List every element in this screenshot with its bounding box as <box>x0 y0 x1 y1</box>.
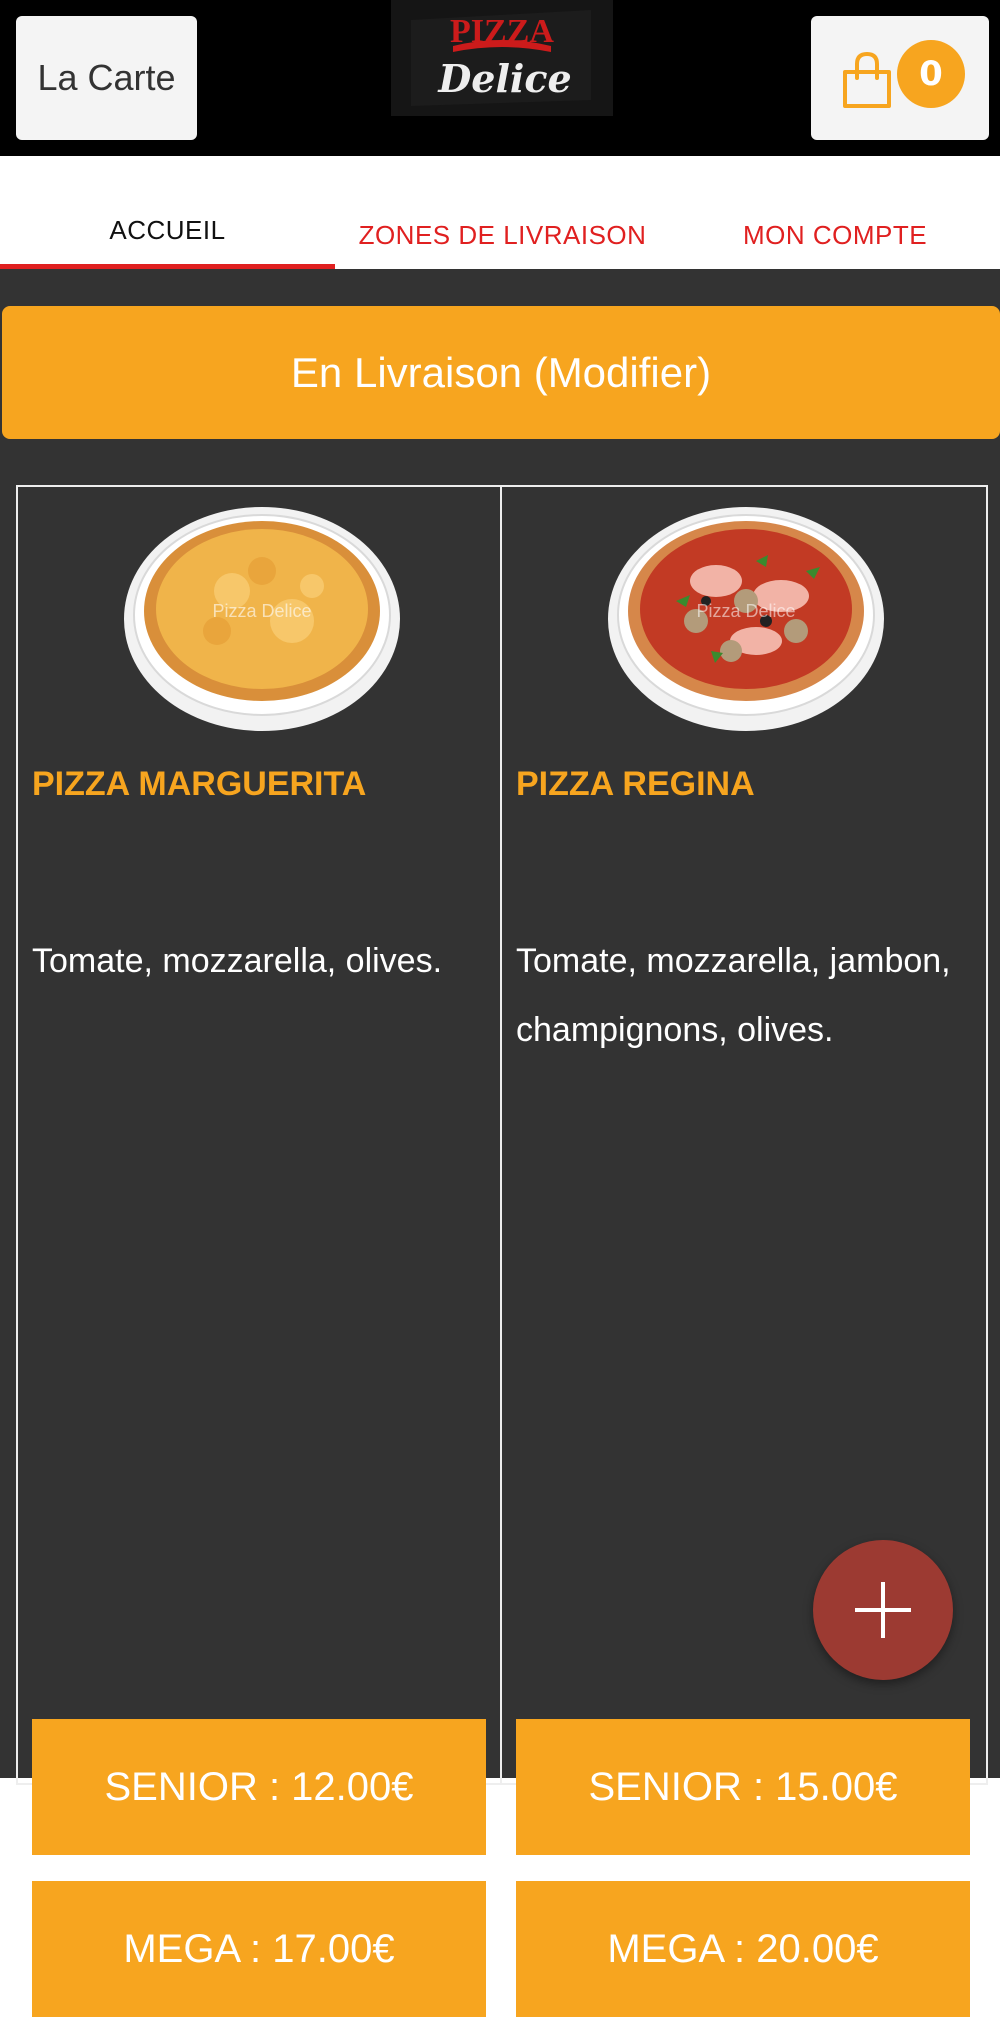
tab-zones-de-livraison[interactable]: ZONES DE LIVRAISON <box>335 156 670 269</box>
add-mega-button[interactable]: MEGA : 20.00€ <box>516 1881 970 2017</box>
plus-icon <box>855 1582 911 1638</box>
nav-tabs: ACCUEIL ZONES DE LIVRAISON MON COMPTE <box>0 156 1000 424</box>
pizza-delice-logo[interactable]: PIZZA Delice <box>391 0 613 116</box>
image-watermark: Pizza Delice <box>696 601 795 621</box>
shopping-bag-icon <box>843 51 891 108</box>
cart-count-badge: 0 <box>897 40 965 108</box>
tab-accueil[interactable]: ACCUEIL <box>0 156 335 269</box>
image-watermark: Pizza Delice <box>212 601 311 621</box>
product-title: PIZZA REGINA <box>516 765 755 803</box>
tab-mon-compte[interactable]: MON COMPTE <box>670 156 1000 269</box>
add-fab-button[interactable] <box>813 1540 953 1680</box>
cart-button[interactable]: 0 <box>811 16 989 140</box>
add-senior-button[interactable]: SENIOR : 15.00€ <box>516 1719 970 1855</box>
add-senior-button[interactable]: SENIOR : 12.00€ <box>32 1719 486 1855</box>
product-card: Pizza Delice PIZZA MARGUERITA Tomate, mo… <box>16 485 502 2017</box>
la-carte-button[interactable]: La Carte <box>16 16 197 140</box>
logo-text-bottom: Delice <box>437 56 571 101</box>
product-title: PIZZA MARGUERITA <box>32 765 367 803</box>
add-mega-button[interactable]: MEGA : 17.00€ <box>32 1881 486 2017</box>
pizza-regina-image[interactable]: Pizza Delice <box>606 501 886 733</box>
product-description: Tomate, mozzarella, jambon, champignons,… <box>516 942 951 1049</box>
delivery-mode-button[interactable]: En Livraison (Modifier) <box>2 306 1000 439</box>
app-header: La Carte PIZZA Delice 0 <box>0 0 1000 156</box>
pizza-marguerita-image[interactable]: Pizza Delice <box>122 501 402 733</box>
logo-graphic: PIZZA Delice <box>391 0 613 116</box>
product-description: Tomate, mozzarella, olives. <box>32 942 443 980</box>
